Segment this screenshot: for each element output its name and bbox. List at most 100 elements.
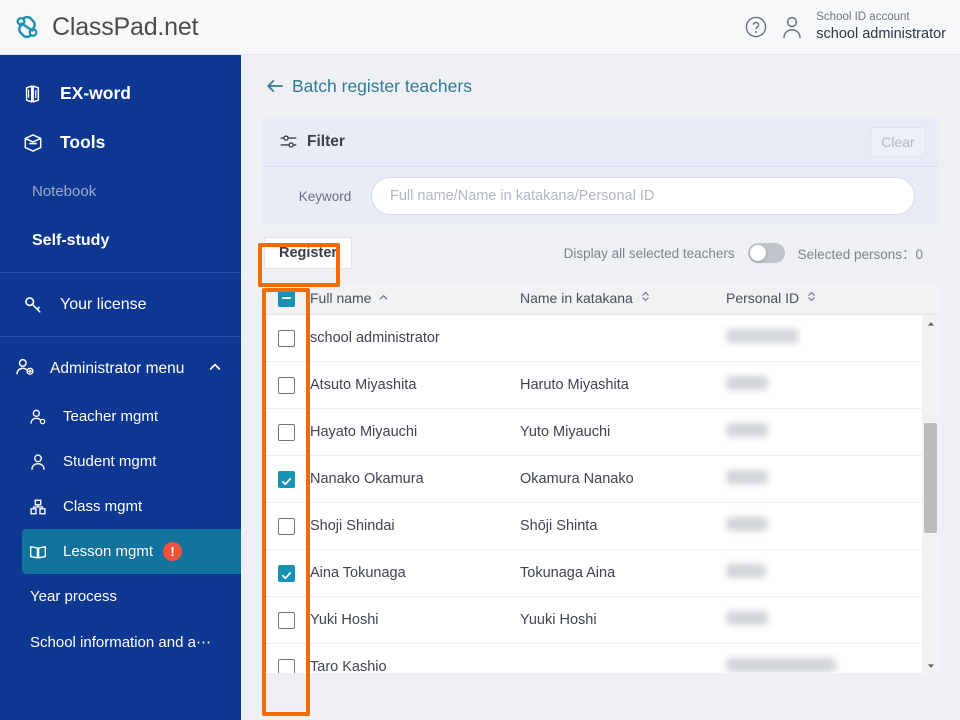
sidebar-item-label: EX-word <box>60 83 131 103</box>
cell-personal-id <box>726 328 939 348</box>
cell-name-in-katakana: Shōji Shinta <box>520 518 598 534</box>
scrollbar-thumb[interactable] <box>924 423 937 533</box>
admin-user-icon <box>14 356 42 383</box>
table-header-row: Full name Name in katakana Personal ID <box>262 282 939 315</box>
row-checkbox[interactable] <box>277 517 295 535</box>
brand-logo[interactable]: ClassPad.net <box>0 10 198 44</box>
table-row[interactable]: Shoji Shindai Shōji Shinta <box>262 503 939 550</box>
column-header-name-in-katakana[interactable]: Name in katakana <box>520 290 726 306</box>
row-checkbox-cell <box>262 470 310 488</box>
select-all-checkbox[interactable] <box>277 289 295 307</box>
sidebar-item-label: Teacher mgmt <box>63 408 159 425</box>
account-name: school administrator <box>816 26 946 43</box>
toolbar-right: Display all selected teachers Selected p… <box>564 243 939 263</box>
cell-full-name: Aina Tokunaga <box>310 565 406 581</box>
brand-name: ClassPad.net <box>52 12 199 41</box>
sidebar-item-label: Administrator menu <box>50 360 185 377</box>
sidebar: EX-word Tools Notebook Self-study Your l… <box>0 55 241 720</box>
table-toolbar: Register Display all selected teachers S… <box>262 225 939 281</box>
filter-panel: Filter Clear Keyword <box>262 117 939 225</box>
account-type: School ID account <box>816 11 910 24</box>
sidebar-item-student-mgmt[interactable]: Student mgmt <box>0 439 241 484</box>
page-header: Batch register teachers <box>241 55 960 117</box>
row-checkbox[interactable] <box>277 329 295 347</box>
key-icon <box>22 294 48 316</box>
table-row[interactable]: Atsuto Miyashita Haruto Miyashita <box>262 362 939 409</box>
clear-button[interactable]: Clear <box>870 126 926 157</box>
table-row[interactable]: Aina Tokunaga Tokunaga Aina <box>262 550 939 597</box>
row-checkbox-cell <box>262 329 310 347</box>
cell-personal-id <box>726 563 939 583</box>
column-label: Full name <box>310 290 372 306</box>
sidebar-item-label: Notebook <box>32 183 97 200</box>
column-header-full-name[interactable]: Full name <box>310 290 520 306</box>
sidebar-divider <box>0 272 241 273</box>
row-checkbox[interactable] <box>277 376 295 394</box>
cell-name-in-katakana: Okamura Nanako <box>520 471 634 487</box>
checkmark-icon <box>281 474 292 485</box>
sidebar-item-administrator-menu[interactable]: Administrator menu <box>0 344 241 394</box>
cell-name-in-katakana: Yuto Miyauchi <box>520 424 611 440</box>
row-checkbox[interactable] <box>277 564 295 582</box>
scroll-down-arrow-icon[interactable] <box>922 657 939 673</box>
row-checkbox-cell <box>262 611 310 629</box>
toggle-knob <box>749 245 766 261</box>
chevron-up-icon[interactable] <box>207 359 223 380</box>
sidebar-item-school-information[interactable]: School information and a⋯ <box>0 619 241 664</box>
arrow-left-icon[interactable] <box>265 76 285 96</box>
vertical-scrollbar[interactable] <box>922 315 939 673</box>
user-avatar-icon[interactable] <box>780 14 804 40</box>
sidebar-item-tools[interactable]: Tools <box>0 118 241 167</box>
sidebar-divider <box>0 336 241 337</box>
sidebar-top-section: EX-word Tools Notebook Self-study <box>0 55 241 265</box>
row-checkbox-cell <box>262 517 310 535</box>
cell-full-name: school administrator <box>310 330 440 346</box>
table-row[interactable]: Nanako Okamura Okamura Nanako <box>262 456 939 503</box>
table-row[interactable]: Hayato Miyauchi Yuto Miyauchi <box>262 409 939 456</box>
sidebar-item-your-license[interactable]: Your license <box>0 280 241 329</box>
sidebar-item-notebook[interactable]: Notebook <box>0 167 241 216</box>
sidebar-item-ex-word[interactable]: EX-word <box>0 69 241 118</box>
sidebar-item-year-process[interactable]: Year process <box>0 574 241 619</box>
sidebar-item-self-study[interactable]: Self-study <box>0 216 241 265</box>
column-header-personal-id[interactable]: Personal ID <box>726 290 939 306</box>
sort-asc-icon <box>378 290 389 306</box>
cell-personal-id <box>726 610 939 630</box>
cell-full-name: Shoji Shindai <box>310 518 395 534</box>
table-row[interactable]: Taro Kashio <box>262 644 939 673</box>
cell-personal-id <box>726 657 939 674</box>
cell-full-name: Taro Kashio <box>310 659 387 673</box>
row-checkbox[interactable] <box>277 423 295 441</box>
table-row[interactable]: school administrator <box>262 315 939 362</box>
display-all-toggle[interactable] <box>747 243 785 263</box>
redacted-personal-id <box>726 469 768 484</box>
teachers-table: Full name Name in katakana Personal ID s… <box>262 281 939 673</box>
scroll-up-arrow-icon[interactable] <box>922 315 939 332</box>
cell-full-name: Yuki Hoshi <box>310 612 379 628</box>
table-body: school administrator Atsuto Miyashita Haru… <box>262 315 939 673</box>
row-checkbox[interactable] <box>277 470 295 488</box>
redacted-personal-id <box>726 657 836 672</box>
display-all-label: Display all selected teachers <box>563 245 735 261</box>
filter-header: Filter Clear <box>262 117 939 167</box>
register-button[interactable]: Register <box>264 237 353 269</box>
teacher-icon <box>28 407 54 427</box>
sidebar-item-label: School information and a⋯ <box>30 633 211 651</box>
chain-link-icon <box>10 10 44 44</box>
sidebar-item-label: Your license <box>60 295 147 313</box>
sidebar-item-label: Tools <box>60 132 106 152</box>
sidebar-item-class-mgmt[interactable]: Class mgmt <box>0 484 241 529</box>
sidebar-item-lesson-mgmt[interactable]: Lesson mgmt ! <box>22 529 241 574</box>
search-input[interactable] <box>371 177 915 215</box>
redacted-personal-id <box>726 328 798 343</box>
row-checkbox[interactable] <box>277 658 295 673</box>
filter-title: Filter <box>307 132 345 150</box>
column-label: Personal ID <box>726 290 800 306</box>
sidebar-item-teacher-mgmt[interactable]: Teacher mgmt <box>0 394 241 439</box>
question-mark-circle-icon[interactable] <box>744 15 768 39</box>
table-row[interactable]: Yuki Hoshi Yuuki Hoshi <box>262 597 939 644</box>
account-info[interactable]: School ID account school administrator <box>816 10 946 44</box>
row-checkbox-cell <box>262 423 310 441</box>
toolbox-icon <box>22 132 48 154</box>
row-checkbox[interactable] <box>277 611 295 629</box>
